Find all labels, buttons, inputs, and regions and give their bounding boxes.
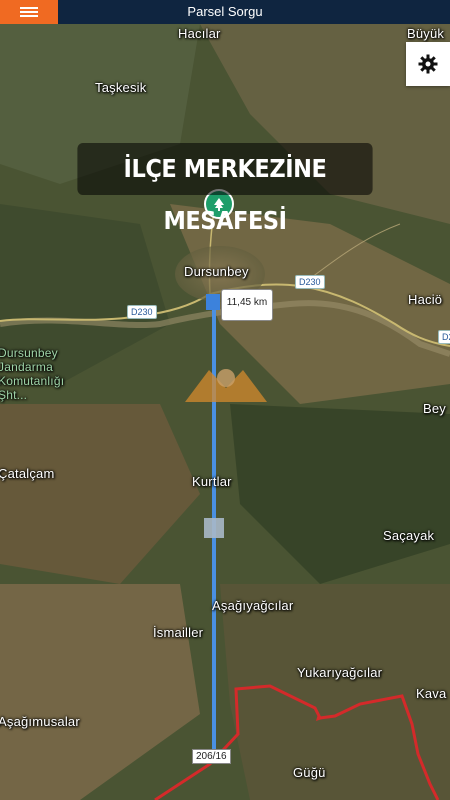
map-imagery — [0, 24, 450, 800]
distance-banner: İLÇE MERKEZİNE MESAFESİ — [77, 143, 373, 235]
app-header: Parsel Sorgu — [0, 0, 450, 24]
place-label-sacayak: Saçayak — [383, 528, 435, 543]
road-shield-d230: D230 — [438, 330, 450, 344]
app-title: Parsel Sorgu — [187, 4, 263, 19]
poi-label-jandarma: Dursunbey Jandarma Komutanlığı Şht... — [0, 346, 65, 402]
place-label-dursunbey: Dursunbey — [184, 264, 249, 279]
place-label-bey: Bey — [423, 401, 447, 416]
gear-icon — [418, 54, 438, 74]
place-label-taskesik: Taşkesik — [95, 80, 147, 95]
place-label-ismailler: İsmailler — [153, 625, 204, 640]
place-label-asagiyagcilar: Aşağıyağcılar — [212, 598, 294, 613]
place-label-gugu: Güğü — [293, 765, 326, 780]
settings-button[interactable] — [406, 42, 450, 86]
parcel-number-label: 206/16 — [192, 749, 231, 764]
distance-label: 11,45 km — [221, 289, 273, 321]
place-label-kurtlar: Kurtlar — [192, 474, 232, 489]
place-label-kava: Kava — [416, 686, 447, 701]
place-label-yukariyagcilar: Yukarıyağcılar — [297, 665, 383, 680]
place-label-catalcam: Çatalçam — [0, 466, 55, 481]
satellite-map[interactable]: Hacılar Büyük Taşkesik Dursunbey Haciö D… — [0, 24, 450, 800]
road-shield-d230: D230 — [127, 305, 157, 319]
mountain-logo-watermark — [185, 369, 267, 402]
place-label-hacio: Haciö — [408, 292, 443, 307]
road-shield-d230: D230 — [295, 275, 325, 289]
place-label-asagimusalar: Aşağımusalar — [0, 714, 80, 729]
place-label-buyuk: Büyük — [407, 26, 445, 41]
place-label-hacilar: Hacılar — [178, 26, 221, 41]
